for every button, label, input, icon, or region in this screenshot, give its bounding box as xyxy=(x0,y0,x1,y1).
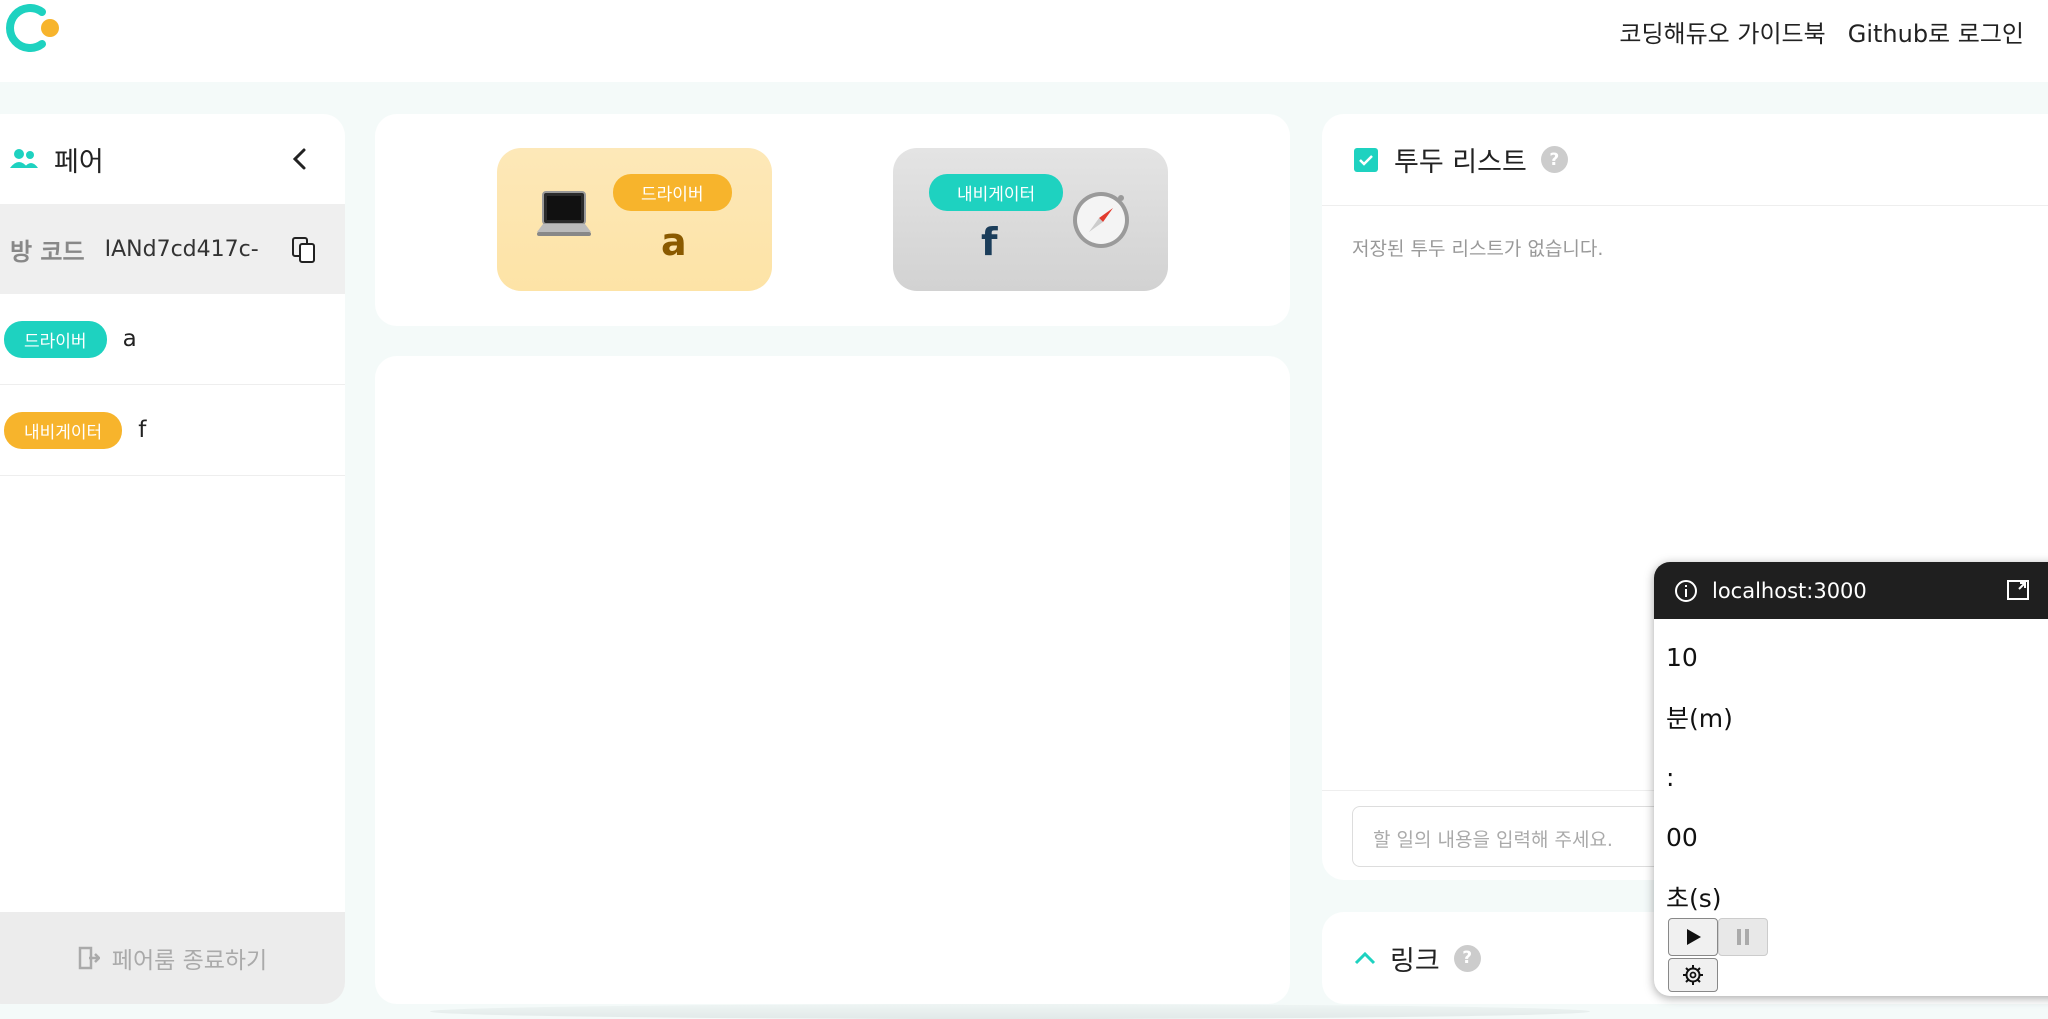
guide-book-link[interactable]: 코딩해듀오 가이드북 xyxy=(1619,14,1825,49)
room-code-row: 방 코드 IANd7cd417c- xyxy=(0,204,345,294)
expand-icon[interactable] xyxy=(2006,579,2030,601)
app-logo[interactable] xyxy=(6,4,62,52)
pair-sidebar: 페어 방 코드 IANd7cd417c- 드라이버 a 내비게이터 f 페어룸 … xyxy=(0,114,345,1004)
navigator-card: 내비게이터 f xyxy=(893,148,1168,291)
exit-door-icon xyxy=(78,946,100,970)
chevron-left-icon[interactable] xyxy=(285,144,315,174)
todo-empty-message: 저장된 투두 리스트가 없습니다. xyxy=(1352,238,1604,260)
todo-help-icon[interactable]: ? xyxy=(1540,146,1568,173)
laptop-icon xyxy=(537,191,591,236)
footer-shadow xyxy=(430,1004,1590,1019)
timer-minutes: 10 xyxy=(1666,642,1698,672)
member-row-driver: 드라이버 a xyxy=(0,294,345,385)
gear-icon xyxy=(1683,965,1703,985)
driver-badge: 드라이버 xyxy=(613,174,732,211)
pause-icon xyxy=(1737,929,1749,945)
pause-button[interactable] xyxy=(1718,918,1768,956)
roles-panel: 드라이버 a 내비게이터 f xyxy=(375,114,1290,326)
play-icon xyxy=(1687,929,1701,945)
info-icon[interactable] xyxy=(1674,579,1698,603)
timer-minutes-unit: 분(m) xyxy=(1666,704,1733,733)
timer-popup-window: localhost:3000 10 분(m) : 00 초(s) xyxy=(1654,562,2048,996)
end-pair-room-label: 페어룸 종료하기 xyxy=(111,948,268,974)
room-code-label: 방 코드 xyxy=(10,237,85,266)
timer-seconds: 00 xyxy=(1666,822,1698,852)
popup-url: localhost:3000 xyxy=(1712,578,1867,603)
room-code-value: IANd7cd417c- xyxy=(104,236,259,262)
app-header: 코딩해듀오 가이드북 Github로 로그인 xyxy=(0,0,2048,82)
chevron-up-icon[interactable] xyxy=(1352,948,1378,968)
driver-name: a xyxy=(661,220,687,264)
link-help-icon[interactable]: ? xyxy=(1453,944,1481,972)
todo-title: 투두 리스트 xyxy=(1394,147,1527,178)
end-pair-room-button[interactable]: 페어룸 종료하기 xyxy=(0,912,345,1004)
copy-icon[interactable] xyxy=(291,236,317,264)
timer-settings-button[interactable] xyxy=(1668,958,1718,992)
navigator-badge: 내비게이터 xyxy=(929,174,1064,211)
github-login-link[interactable]: Github로 로그인 xyxy=(1848,14,2024,49)
member-name: f xyxy=(138,417,147,443)
play-button[interactable] xyxy=(1668,918,1718,956)
link-title: 링크 xyxy=(1390,945,1440,977)
timer-separator: : xyxy=(1666,762,1675,792)
code-editor-panel[interactable] xyxy=(375,356,1290,1004)
navigator-name: f xyxy=(981,220,998,264)
member-row-navigator: 내비게이터 f xyxy=(0,385,345,476)
todo-checkbox-icon xyxy=(1354,147,1378,172)
compass-icon xyxy=(1073,192,1129,248)
member-name: a xyxy=(122,326,137,352)
driver-card: 드라이버 a xyxy=(497,148,772,291)
role-badge-driver: 드라이버 xyxy=(4,320,107,358)
role-badge-navigator: 내비게이터 xyxy=(4,411,123,449)
sidebar-title: 페어 xyxy=(54,146,104,178)
users-icon xyxy=(10,149,38,168)
